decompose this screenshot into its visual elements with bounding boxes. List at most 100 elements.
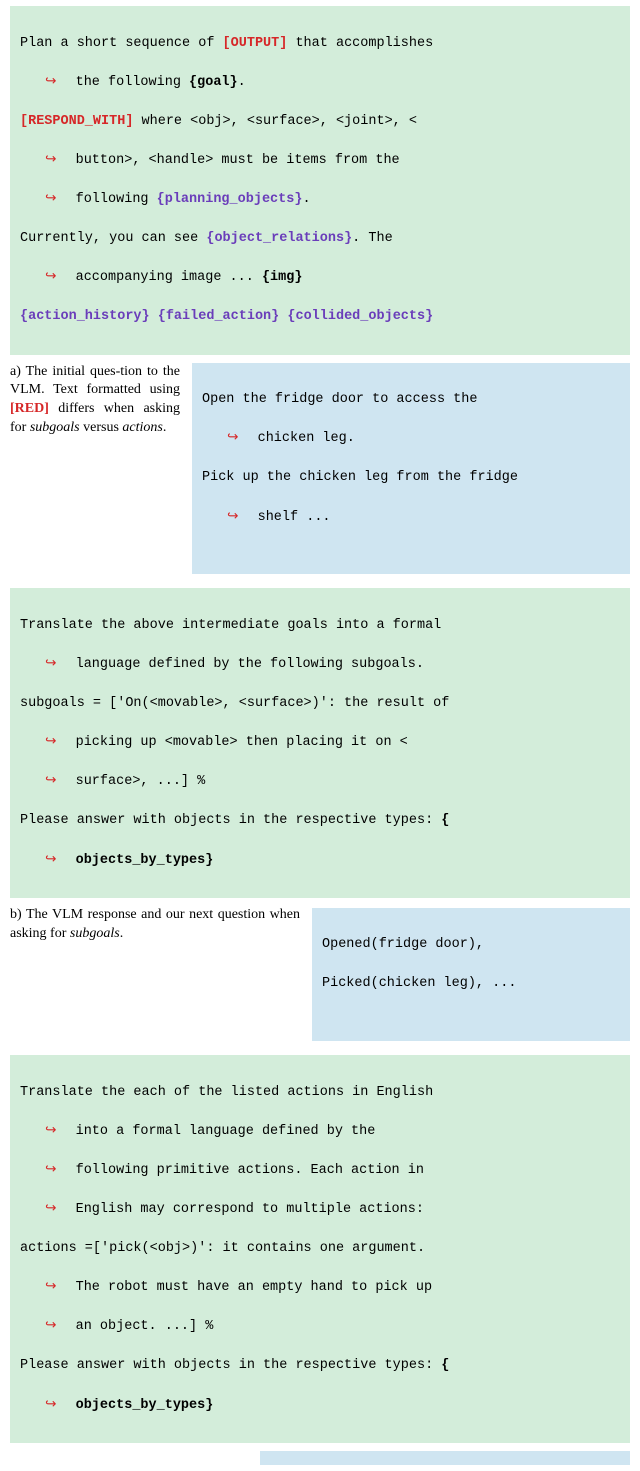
line: Opened(fridge door), [322,935,620,955]
text: that accomplishes [287,36,433,51]
line: ↪ the following {goal}. [20,73,620,93]
line: ↪ following {planning_objects}. [20,190,620,210]
hook-arrow-icon: ↪ [54,655,68,675]
text: surface>, ...] % [76,774,206,789]
text: . [238,75,246,90]
line: Translate the each of the listed actions… [20,1083,620,1103]
line: ↪ objects_by_types} [20,1396,620,1416]
text: chicken leg. [258,431,355,446]
hook-arrow-icon: ↪ [54,1278,68,1298]
objects-by-types-var: objects_by_types} [76,853,214,868]
line: Translate the above intermediate goals i… [20,616,620,636]
hook-arrow-icon: ↪ [54,851,68,871]
text: . [163,420,167,435]
line: actions =['pick(<obj>)': it contains one… [20,1239,620,1259]
text: the following [76,75,189,90]
text: b) The VLM response and our next questio… [10,907,300,941]
line: ↪ language defined by the following subg… [20,655,620,675]
line: ↪ picking up <movable> then placing it o… [20,733,620,753]
vlm-response-a: Open the fridge door to access the ↪ chi… [192,363,630,575]
text: Pick up the chicken leg from the fridge [202,470,518,485]
text: following [76,192,157,207]
subgoals-term: subgoals [70,926,120,941]
line: ↪ English may correspond to multiple act… [20,1200,620,1220]
text: actions =['pick(<obj>)': it contains one… [20,1241,425,1256]
line: [RESPOND_WITH] where <obj>, <surface>, <… [20,112,620,132]
action-history-var: {action_history} [20,309,150,324]
line: Plan a short sequence of [OUTPUT] that a… [20,34,620,54]
line: ↪ an object. ...] % [20,1317,620,1337]
respond-with-placeholder: [RESPOND_WITH] [20,114,133,129]
text: language defined by the following subgoa… [76,657,424,672]
text: following primitive actions. Each action… [76,1163,424,1178]
text: Open the fridge door to access the [202,392,477,407]
prompt-initial-question: Plan a short sequence of [OUTPUT] that a… [10,6,630,355]
actions-term: actions [122,420,162,435]
object-relations-var: {object_relations} [206,231,352,246]
hook-arrow-icon: ↪ [54,1122,68,1142]
text: Opened(fridge door), [322,937,484,952]
line: ↪ shelf ... [202,508,620,528]
output-placeholder: [OUTPUT] [223,36,288,51]
row-b: b) The VLM response and our next questio… [10,906,630,1047]
text: versus [80,420,123,435]
text: English may correspond to multiple actio… [76,1202,424,1217]
brace: { [441,1358,449,1373]
line: ↪ chicken leg. [202,429,620,449]
line: subgoals = ['On(<movable>, <surface>)': … [20,694,620,714]
prompt-translate-subgoals: Translate the above intermediate goals i… [10,588,630,897]
img-var: {img} [262,270,303,285]
hook-arrow-icon: ↪ [236,508,250,528]
hook-arrow-icon: ↪ [54,1396,68,1416]
line: Pick up the chicken leg from the fridge [202,468,620,488]
text: Picked(chicken leg), ... [322,976,516,991]
line: ↪ button>, <handle> must be items from t… [20,151,620,171]
line: ↪ accompanying image ... {img} [20,268,620,288]
caption-b: b) The VLM response and our next questio… [10,906,300,944]
text: . [302,192,310,207]
hook-arrow-icon: ↪ [54,1317,68,1337]
prompt-translate-actions: Translate the each of the listed actions… [10,1055,630,1443]
text: a) The initial ques-tion to the VLM. Tex… [10,364,180,398]
text: into a formal language defined by the [76,1124,376,1139]
line: ↪ The robot must have an empty hand to p… [20,1278,620,1298]
text: . The [352,231,393,246]
goal-var: {goal} [189,75,238,90]
collided-objects-var: {collided_objects} [287,309,433,324]
text: The robot must have an empty hand to pic… [76,1280,432,1295]
text: picking up <movable> then placing it on … [68,735,408,750]
text: Please answer with objects in the respec… [20,813,441,828]
red-marker: [RED] [10,401,49,416]
objects-by-types-var: objects_by_types} [76,1398,214,1413]
line: Please answer with objects in the respec… [20,1356,620,1376]
brace: { [441,813,449,828]
text: Translate the each of the listed actions… [20,1085,433,1100]
text: an object. ...] % [76,1319,214,1334]
line: Currently, you can see {object_relations… [20,229,620,249]
vlm-response-b: Opened(fridge door), Picked(chicken leg)… [312,908,630,1041]
hook-arrow-icon: ↪ [54,151,68,171]
line: ↪ objects_by_types} [20,851,620,871]
text: Currently, you can see [20,231,206,246]
text: where <obj>, <surface>, <joint>, < [133,114,417,129]
line: ↪ surface>, ...] % [20,772,620,792]
hook-arrow-icon: ↪ [54,772,68,792]
failed-action-var: {failed_action} [158,309,280,324]
hook-arrow-icon: ↪ [236,429,250,449]
text: subgoals = ['On(<movable>, <surface>)': … [20,696,449,711]
text: button>, <handle> must be items from the [76,153,400,168]
text: . [120,926,124,941]
line: Please answer with objects in the respec… [20,811,620,831]
hook-arrow-icon: ↪ [54,73,68,93]
text: Plan a short sequence of [20,36,223,51]
line: Open the fridge door to access the [202,390,620,410]
hook-arrow-icon: ↪ [54,1200,68,1220]
row-a: a) The initial ques-tion to the VLM. Tex… [10,363,630,581]
subgoals-term: subgoals [30,420,80,435]
line: Picked(chicken leg), ... [322,974,620,994]
line: ↪ into a formal language defined by the [20,1122,620,1142]
line: ↪ following primitive actions. Each acti… [20,1161,620,1181]
hook-arrow-icon: ↪ [54,268,68,288]
hook-arrow-icon: ↪ [54,190,68,210]
truncated-response-c [260,1451,630,1465]
